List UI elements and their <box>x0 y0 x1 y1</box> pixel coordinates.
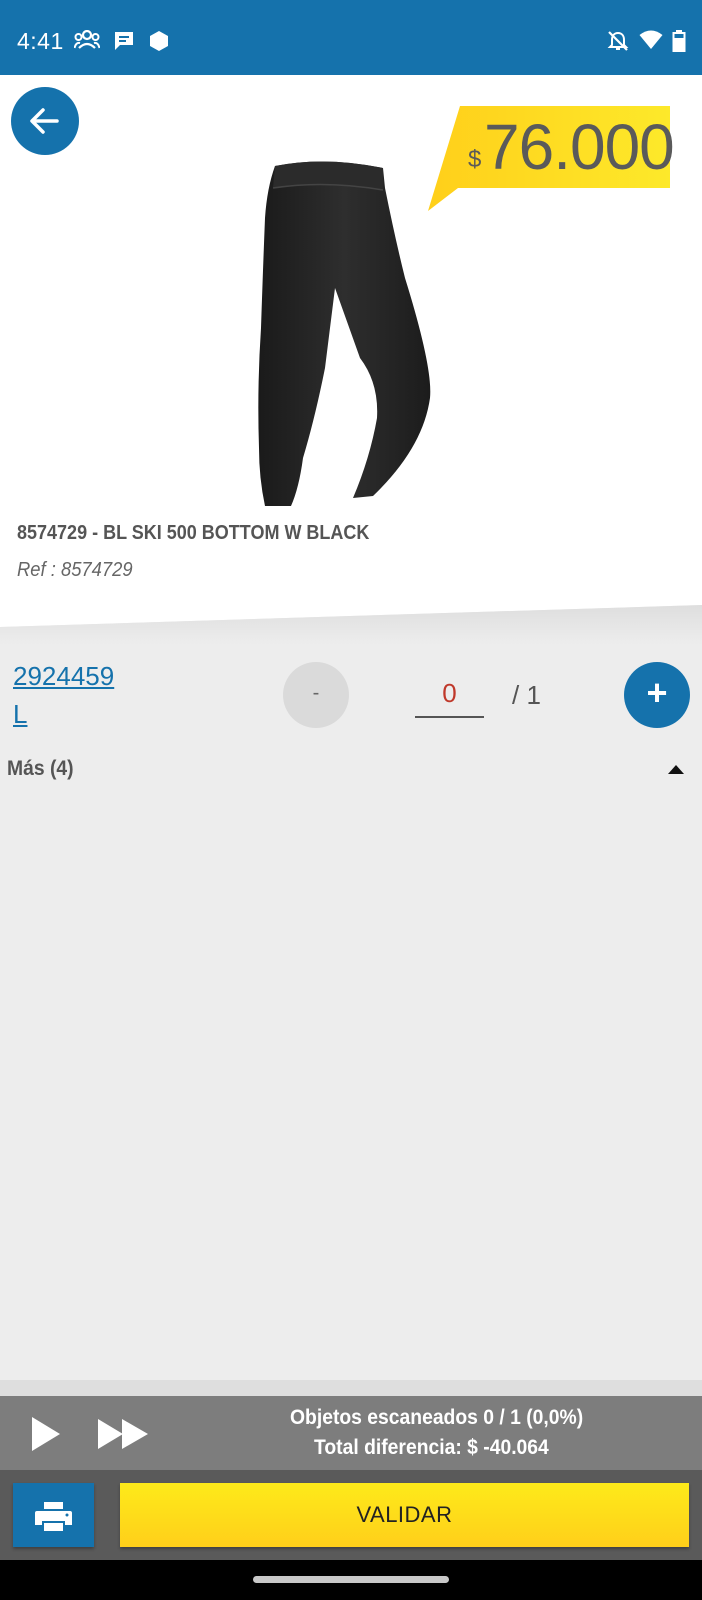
battery-icon <box>672 30 686 52</box>
validate-button[interactable]: VALIDAR <box>120 1483 689 1547</box>
home-gesture-handle[interactable] <box>253 1576 449 1583</box>
summary-divider <box>0 1380 702 1396</box>
quantity-total: / 1 <box>512 680 541 710</box>
status-time: 4:41 <box>17 28 64 54</box>
item-code-link[interactable]: 2924459 <box>13 661 114 692</box>
wifi-icon <box>639 30 663 49</box>
caret-up-icon[interactable] <box>668 765 684 774</box>
price-value: 76.000 <box>484 111 675 183</box>
notifications-off-icon <box>607 31 629 51</box>
status-bar: 4:41 <box>0 0 702 75</box>
item-size-link[interactable]: L <box>13 699 27 730</box>
product-reference: Ref : 8574729 <box>17 559 133 581</box>
more-toggle-label[interactable]: Más (4) <box>7 757 74 781</box>
total-difference: Total diferencia: $ -40.064 <box>314 1436 549 1459</box>
back-button[interactable] <box>11 87 79 155</box>
printer-icon <box>35 1502 72 1531</box>
arrow-back-icon <box>30 108 59 134</box>
scanned-count: Objetos escaneados 0 / 1 (0,0%) <box>290 1406 584 1429</box>
message-icon <box>115 32 133 50</box>
play-icon[interactable] <box>28 1415 62 1453</box>
print-button[interactable] <box>13 1483 94 1547</box>
increase-quantity-button[interactable]: + <box>624 662 690 728</box>
black-leggings-image <box>258 161 431 507</box>
fast-forward-icon[interactable] <box>97 1418 149 1450</box>
quantity-input[interactable]: 0 <box>415 676 484 718</box>
product-title: 8574729 - BL SKI 500 BOTTOM W BLACK <box>17 522 370 544</box>
group-icon <box>74 30 100 49</box>
hexagon-icon <box>150 31 168 51</box>
decrease-quantity-button[interactable]: - <box>283 662 349 728</box>
price-currency: $ <box>468 146 482 173</box>
